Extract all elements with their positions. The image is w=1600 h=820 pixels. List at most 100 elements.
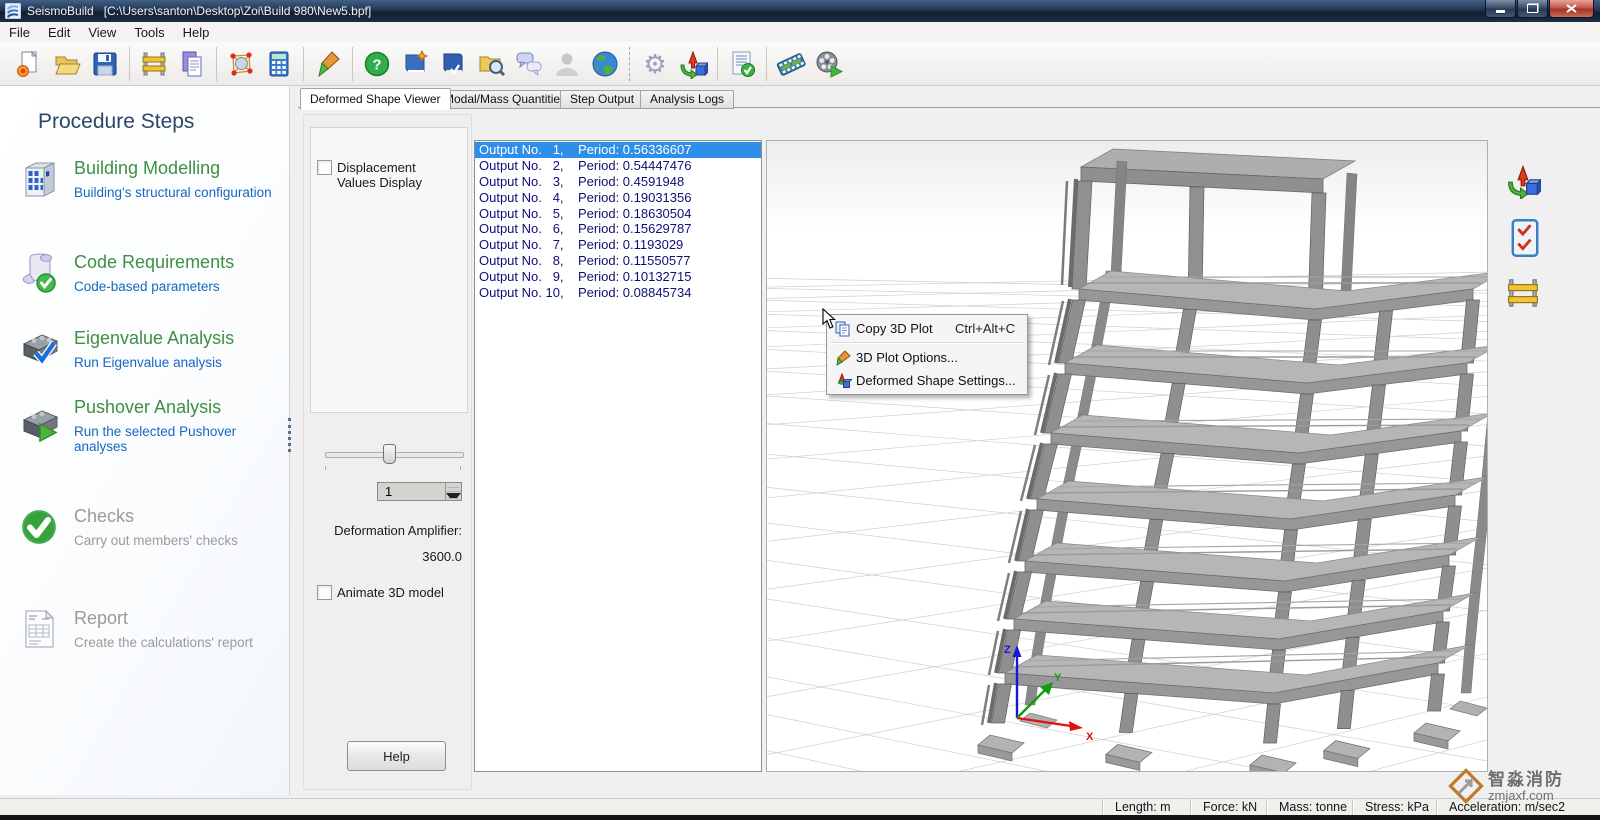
maximize-icon	[1527, 4, 1538, 13]
tab-deformed-shape-viewer[interactable]: Deformed Shape Viewer	[300, 88, 451, 110]
menu-file[interactable]: File	[0, 24, 39, 41]
down-arrow-icon	[446, 493, 461, 499]
viewer-context-menu: Copy 3D Plot Ctrl+Alt+C 3D Plot Options.…	[826, 314, 1028, 395]
sidebar-item-eigenvalue-analysis[interactable]: Eigenvalue Analysis Run Eigenvalue analy…	[14, 318, 289, 380]
movie-reel-icon[interactable]	[812, 47, 846, 81]
amplifier-spinner[interactable]: 1	[377, 482, 462, 501]
step-title: Pushover Analysis	[74, 396, 222, 417]
output-list-item[interactable]: Output No. 2, Period: 0.54447476	[475, 158, 761, 174]
menu-tools[interactable]: Tools	[125, 24, 173, 41]
displacement-values-checkbox[interactable]	[317, 160, 332, 175]
calculator-icon[interactable]	[262, 47, 296, 81]
report-view-icon[interactable]	[175, 47, 209, 81]
step-title: Checks	[74, 506, 135, 526]
axis-y-label: Y	[1054, 672, 1062, 684]
deformation-amplifier-value: 3600.0	[422, 549, 462, 564]
output-list-item[interactable]: Output No. 3, Period: 0.4591948	[475, 174, 761, 190]
context-3d-plot-options[interactable]: 3D Plot Options...	[829, 346, 1025, 369]
status-acceleration-unit: Acceleration: m/sec2	[1436, 799, 1600, 815]
output-list-item[interactable]: Output No. 4, Period: 0.19031356	[475, 190, 761, 206]
toolbar-separator	[352, 46, 353, 81]
book-check-icon[interactable]	[436, 47, 470, 81]
eigenvalue-output-list: Output No. 1, Period: 0.56336607 Output …	[474, 140, 762, 772]
close-icon	[1566, 4, 1577, 13]
status-bar: Length: m Force: kN Mass: tonne Stress: …	[0, 798, 1600, 815]
deformation-amplifier-label: Deformation Amplifier:	[334, 523, 462, 538]
tab-analysis-logs[interactable]: Analysis Logs	[640, 90, 735, 109]
paintbrush-icon	[829, 349, 856, 367]
frame-elements-icon[interactable]	[1504, 274, 1542, 312]
comments-icon[interactable]	[512, 47, 546, 81]
minimize-button[interactable]	[1485, 0, 1516, 18]
search-folder-icon[interactable]	[474, 47, 508, 81]
app-icon	[5, 3, 21, 19]
spinner-value: 1	[385, 484, 393, 499]
menu-view[interactable]: View	[79, 24, 125, 41]
menu-edit[interactable]: Edit	[39, 24, 79, 41]
context-item-label: Copy 3D Plot	[856, 321, 933, 336]
slider-tick	[325, 466, 326, 470]
tab-step-output[interactable]: Step Output	[560, 90, 645, 109]
output-list-item[interactable]: Output No. 5, Period: 0.18630504	[475, 206, 761, 222]
eigenvalue-engine-icon	[14, 326, 64, 372]
close-button[interactable]	[1549, 0, 1594, 18]
output-list-item[interactable]: Output No. 10, Period: 0.08845734	[475, 285, 761, 301]
checks-list-icon[interactable]	[1506, 219, 1544, 257]
step-title: Building Modelling	[74, 158, 221, 178]
deformed-shape-icon[interactable]	[676, 47, 710, 81]
tab-modal-mass-quantities[interactable]: Modal/Mass Quantities	[434, 90, 577, 109]
output-list-item[interactable]: Output No. 6, Period: 0.15629787	[475, 221, 761, 237]
spinner-up-button[interactable]	[446, 483, 461, 492]
context-deformed-shape-settings[interactable]: Deformed Shape Settings...	[829, 369, 1025, 392]
building-icon	[14, 156, 64, 202]
globe-icon[interactable]	[588, 47, 622, 81]
model-3d-icon[interactable]	[224, 47, 258, 81]
procedure-steps-panel: Procedure Steps Building Modelling Build…	[0, 86, 290, 795]
spinner-down-button[interactable]	[446, 492, 461, 500]
deformed-shape-3d-viewport[interactable]: Z X Y	[766, 140, 1488, 772]
output-list-item[interactable]: Output No. 1, Period: 0.56336607	[475, 142, 761, 158]
checks-icon	[14, 504, 64, 550]
doc-check-icon[interactable]	[725, 47, 759, 81]
maximize-button[interactable]	[1517, 0, 1548, 18]
settings-gear-icon[interactable]: ⚙	[638, 47, 672, 81]
slider-tick	[460, 466, 461, 470]
deformed-shape-settings-icon	[829, 372, 856, 390]
axis-z-label: Z	[1004, 644, 1011, 656]
frame-view-icon[interactable]	[137, 47, 171, 81]
status-cell-empty	[0, 799, 1102, 815]
deformed-shape-tool-icon[interactable]	[1504, 162, 1542, 200]
user-disabled-icon	[550, 47, 584, 81]
sidebar-item-pushover-analysis[interactable]: Pushover Analysis Run the selected Pusho…	[14, 394, 289, 456]
animate-3d-checkbox[interactable]	[317, 585, 332, 600]
sidebar-item-report[interactable]: Report Create the calculations' report	[14, 598, 289, 660]
step-subtitle: Carry out members' checks	[74, 533, 238, 548]
step-title: Report	[74, 608, 129, 628]
animate-row: Animate 3D model	[317, 585, 444, 600]
output-list-item[interactable]: Output No. 8, Period: 0.11550577	[475, 253, 761, 269]
sidebar-item-checks[interactable]: Checks Carry out members' checks	[14, 496, 289, 558]
output-list-item[interactable]: Output No. 7, Period: 0.1193029	[475, 237, 761, 253]
step-subtitle: Building's structural configuration	[74, 185, 272, 200]
sidebar-item-code-requirements[interactable]: Code Requirements Code-based parameters	[14, 242, 289, 304]
plot-options-brush-icon[interactable]	[311, 47, 345, 81]
toolbar-separator	[717, 46, 718, 81]
step-subtitle: Code-based parameters	[74, 279, 220, 294]
sidebar-item-building-modelling[interactable]: Building Modelling Building's structural…	[14, 148, 289, 210]
status-force-unit: Force: kN	[1190, 799, 1266, 815]
open-project-icon[interactable]	[50, 47, 84, 81]
help-button[interactable]: Help	[347, 741, 446, 771]
context-copy-3d-plot[interactable]: Copy 3D Plot Ctrl+Alt+C	[829, 317, 1025, 340]
film-strip-icon[interactable]	[774, 47, 808, 81]
help-icon[interactable]: ?	[360, 47, 394, 81]
code-scroll-icon	[14, 250, 64, 296]
book-new-icon[interactable]	[398, 47, 432, 81]
amplifier-slider-handle[interactable]	[383, 444, 396, 464]
output-list-item[interactable]: Output No. 9, Period: 0.10132715	[475, 269, 761, 285]
step-subtitle: Create the calculations' report	[74, 635, 253, 650]
step-subtitle: Run the selected Pushover analyses	[74, 423, 237, 454]
sidebar-splitter-handle[interactable]	[288, 418, 297, 452]
save-project-icon[interactable]	[88, 47, 122, 81]
new-file-icon[interactable]	[12, 47, 46, 81]
menu-help[interactable]: Help	[174, 24, 219, 41]
